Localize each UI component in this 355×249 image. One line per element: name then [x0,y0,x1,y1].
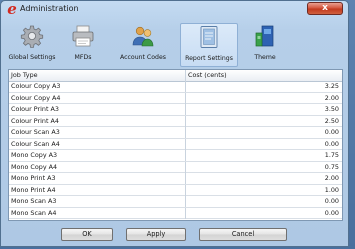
tab-report-settings-label: Report Settings [185,55,233,62]
job-type-cell: Colour Scan A3 [11,128,60,136]
job-type-cell: Colour Scan A4 [11,139,60,148]
gear-icon [20,25,44,48]
job-type-cell: Colour Print A4 [11,116,59,125]
job-type-cell: Mono Print A3 [11,174,56,182]
cost-cell[interactable]: 0.00 [185,196,342,207]
table-row[interactable]: Mono Copy A4 0.75 [9,161,342,173]
column-header-job-type[interactable]: Job Type [9,70,185,81]
table-row[interactable]: Colour Copy A4 2.00 [9,92,342,104]
job-type-cell: Mono Copy A3 [11,151,58,159]
cost-cell[interactable]: 3.50 [185,104,342,115]
table-row[interactable]: Colour Print A3 3.50 [9,104,342,116]
close-button[interactable]: x [307,2,343,15]
tab-theme-label: Theme [254,54,276,61]
table-row[interactable]: Mono Scan A3 0.00 [9,196,342,208]
job-type-cell: Colour Print A3 [11,105,59,113]
table-row[interactable]: Mono Print A4 1.00 [9,184,342,196]
document-icon [200,26,218,48]
theme-icon [255,25,274,47]
job-type-cell: Mono Scan A3 [11,197,57,205]
window-title: Administration [20,4,79,13]
cost-cell[interactable]: 2.00 [185,92,342,104]
table-row[interactable]: Colour Scan A4 0.00 [9,138,342,150]
tab-mfds-label: MFDs [74,54,92,61]
table-row[interactable]: Mono Copy A3 1.75 [9,150,342,162]
cancel-button[interactable]: Cancel [199,228,287,241]
cost-cell[interactable]: 3.25 [185,81,342,92]
cost-cell[interactable]: 0.75 [185,161,342,173]
tab-report-settings[interactable]: Report Settings [180,23,238,67]
cost-cell[interactable]: 0.00 [185,127,342,138]
job-type-cell: Mono Scan A4 [11,208,57,217]
cost-cell[interactable]: 2.00 [185,173,342,184]
toolbar: Global Settings MFDs Account Codes Repor… [8,23,343,69]
title-bar[interactable]: e Administration x [1,1,348,19]
tab-theme[interactable]: Theme [246,23,284,67]
administration-window: e Administration x Global Settings MFDs [0,0,349,247]
column-header-cost[interactable]: Cost (cents) [185,70,342,81]
job-type-cell: Mono Copy A4 [11,162,58,171]
cost-cell[interactable]: 0.00 [185,207,342,219]
table-row[interactable]: Mono Scan A4 0.00 [9,207,342,219]
cost-cell[interactable]: 2.50 [185,115,342,127]
job-type-cell: Colour Copy A3 [11,82,61,90]
tab-account-codes-label: Account Codes [119,54,166,61]
job-type-cell: Mono Print A4 [11,185,56,194]
table-row[interactable]: Colour Scan A3 0.00 [9,127,342,139]
tab-global-settings-label: Global Settings [8,54,56,61]
tab-account-codes[interactable]: Account Codes [108,23,178,67]
tab-mfds[interactable]: MFDs [64,23,102,67]
table-row[interactable]: Colour Copy A3 3.25 [9,81,342,93]
table-row[interactable]: Mono Print A3 2.00 [9,173,342,185]
users-icon [132,26,154,47]
job-cost-table: Job Type Cost (cents) Colour Copy A3 3.2… [8,69,343,221]
cost-cell[interactable]: 1.00 [185,184,342,196]
job-type-cell: Colour Copy A4 [11,93,61,102]
cost-cell[interactable]: 0.00 [185,138,342,150]
cost-cell[interactable]: 1.75 [185,150,342,161]
apply-button[interactable]: Apply [126,228,186,241]
printer-icon [72,25,94,47]
table-row[interactable]: Colour Print A4 2.50 [9,115,342,127]
app-logo-icon: e [7,0,17,18]
tab-global-settings[interactable]: Global Settings [8,23,56,67]
ok-button[interactable]: OK [61,228,113,241]
